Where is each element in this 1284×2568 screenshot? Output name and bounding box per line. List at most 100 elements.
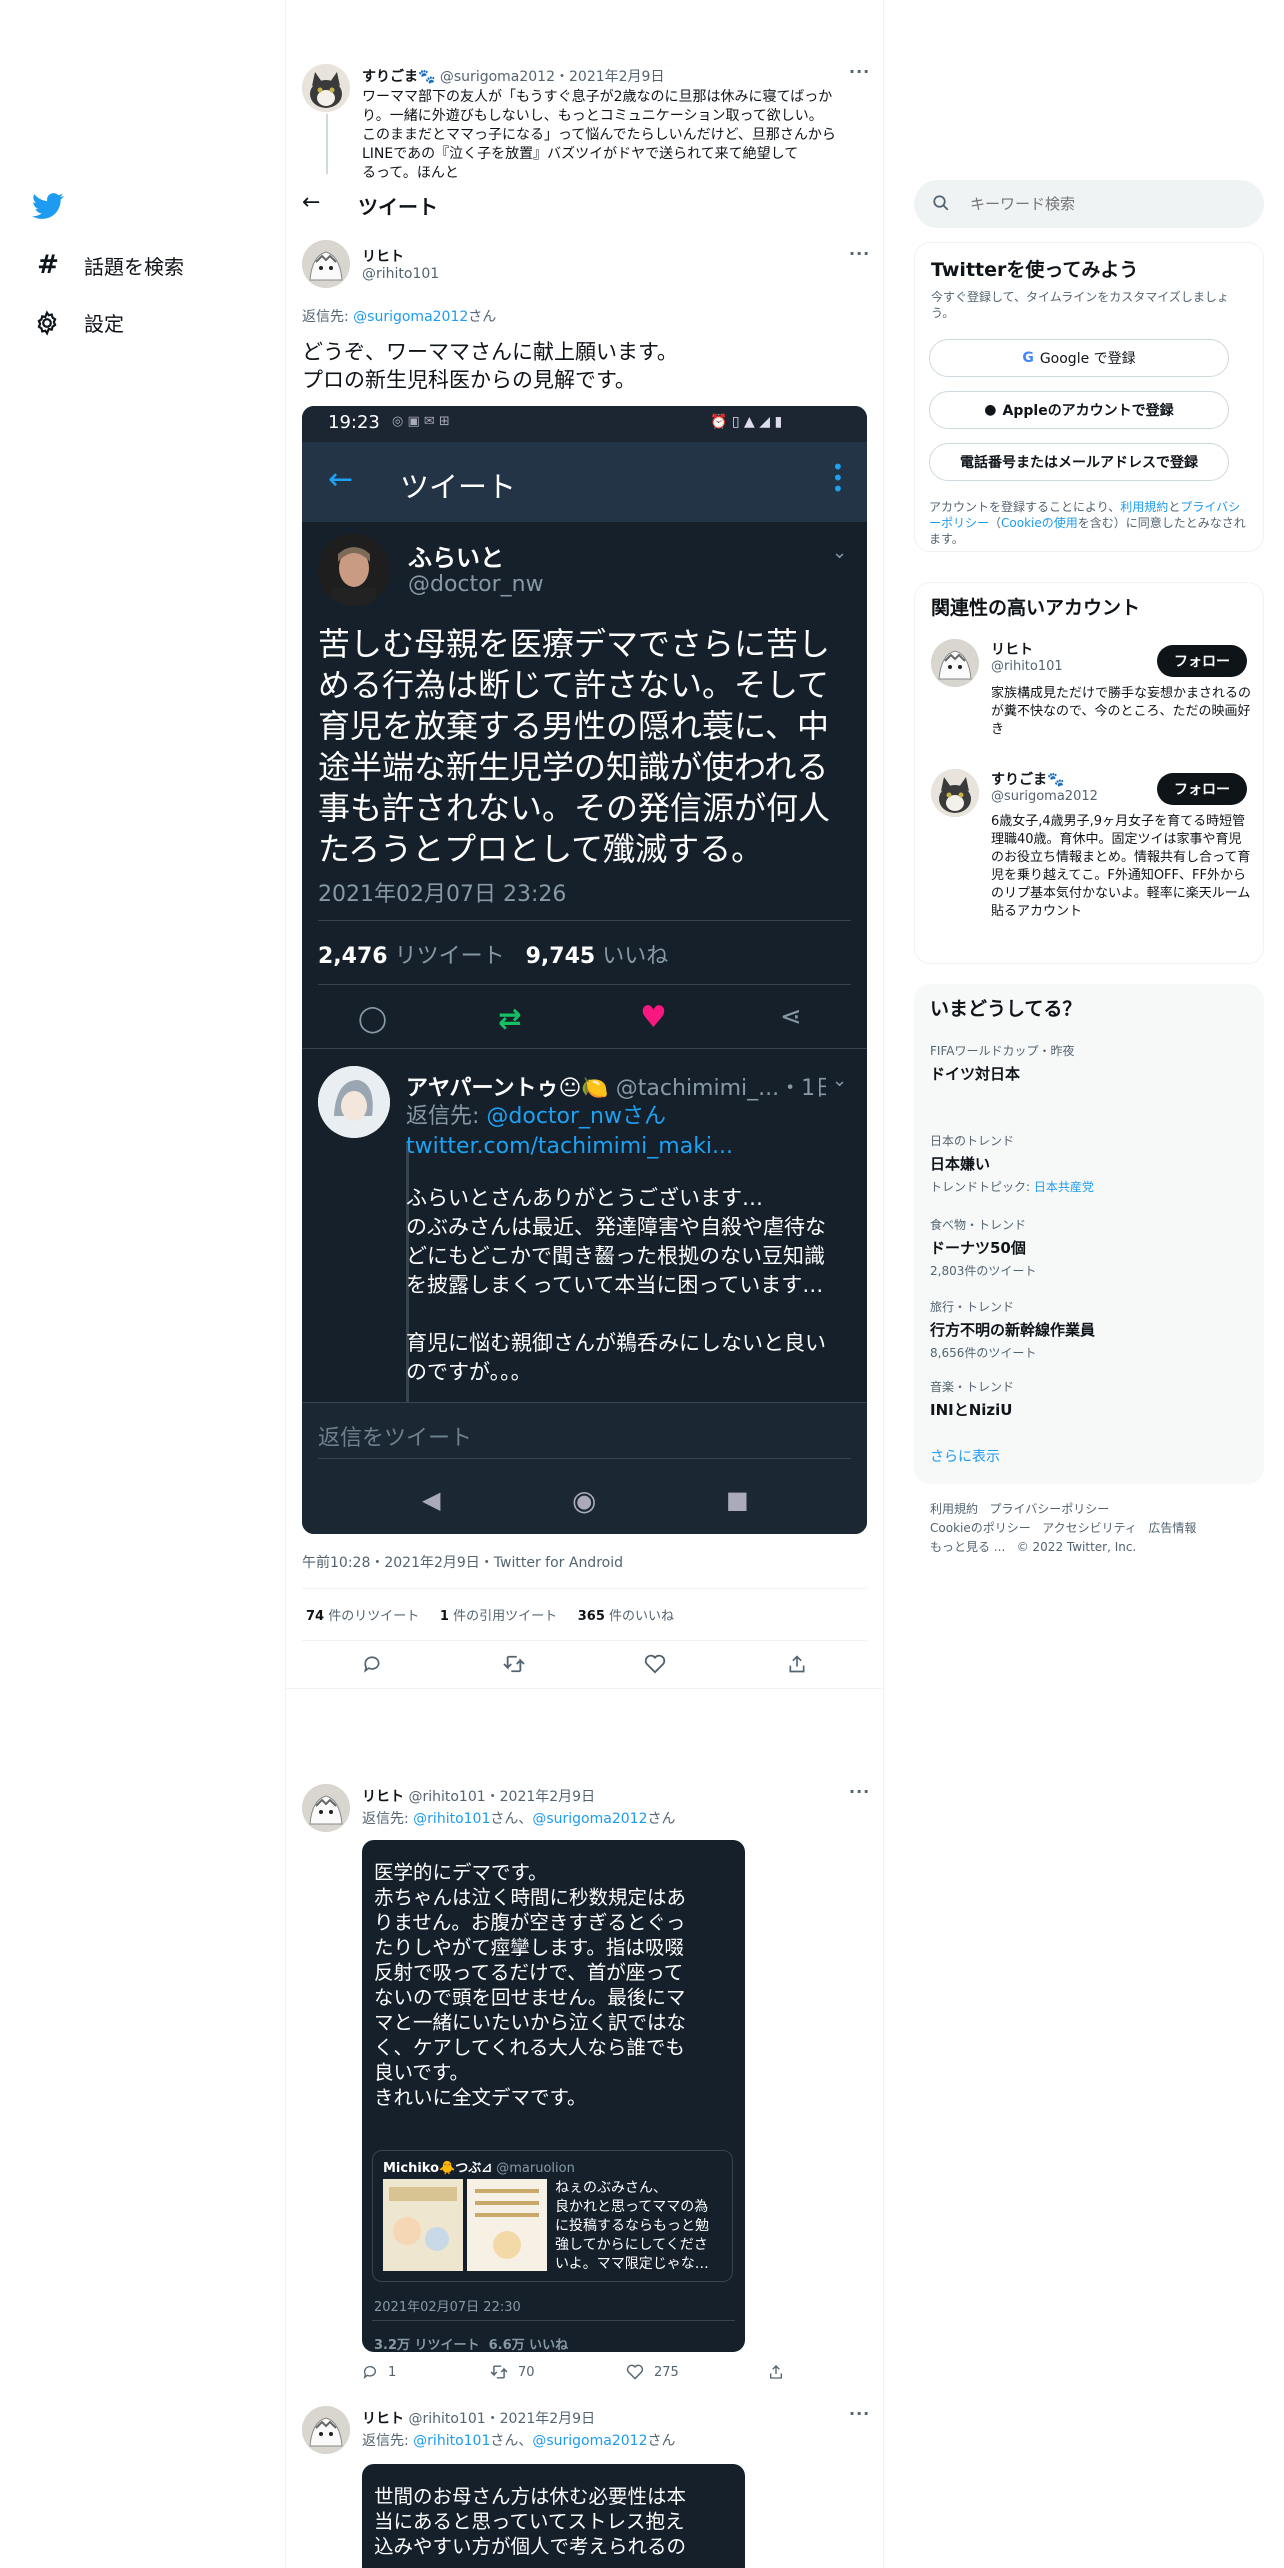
text-line: 良かれと思ってママの為 bbox=[555, 2199, 709, 2215]
trend-name: ドイツ対日本 bbox=[930, 1065, 1021, 1083]
trend-item[interactable]: 日本のトレンド 日本嫌い トレンドトピック: 日本共産党 bbox=[930, 1132, 1250, 1195]
phone-signup-button[interactable]: 電話番号またはメールアドレスで登録 bbox=[929, 443, 1229, 481]
show-more-link[interactable]: さらに表示 bbox=[930, 1446, 1000, 1466]
footer-link[interactable]: Cookieのポリシー bbox=[930, 1521, 1031, 1535]
author-handle[interactable]: @surigoma2012 bbox=[440, 69, 555, 85]
text-line: 医学的にデマです。 bbox=[374, 1861, 548, 1884]
share-button[interactable] bbox=[768, 2364, 784, 2380]
apple-icon: ● bbox=[984, 402, 997, 418]
retweets-stat[interactable]: 74 件のリツイート bbox=[306, 1609, 419, 1624]
apple-signup-button[interactable]: ● Appleのアカウントで登録 bbox=[929, 391, 1229, 429]
account-name[interactable]: リヒト bbox=[991, 639, 1033, 659]
more-icon[interactable]: ··· bbox=[849, 62, 870, 81]
menu-icon: • • • bbox=[832, 455, 844, 501]
text-line: いよ。ママ限定じゃな… bbox=[555, 2256, 709, 2272]
avatar[interactable] bbox=[302, 240, 350, 288]
reply-to-link[interactable]: @rihito101 bbox=[413, 1811, 490, 1827]
tweet-image[interactable]: 19:23 ◎ ▣ ✉ ⊞ ⏰ ▯ ▲ ◢ ▮ ← ツイート • • • ふらいと … bbox=[302, 406, 867, 1534]
reply-to-link[interactable]: @surigoma2012 bbox=[532, 1811, 647, 1827]
trend-item[interactable]: 音楽・トレンド INIとNiziU bbox=[930, 1378, 1250, 1420]
footer-link[interactable]: 利用規約 bbox=[930, 1502, 978, 1516]
likes-stat[interactable]: 365 件のいいね bbox=[578, 1609, 674, 1624]
avatar[interactable] bbox=[931, 639, 979, 687]
tweet-text-line: り。一緒に外遊びもしないし、もっとコミュニケーション取って欲しい。 bbox=[362, 108, 823, 124]
footer-link[interactable]: 広告情報 bbox=[1148, 1521, 1196, 1535]
author-handle[interactable]: @rihito101 bbox=[408, 1789, 485, 1805]
author-name[interactable]: リヒト bbox=[362, 1789, 404, 1805]
text-line: 当にあると思っていてストレス抱え bbox=[374, 2510, 685, 2533]
reply-prefix: 返信先: bbox=[302, 309, 354, 325]
tweet-timestamp[interactable]: 午前10:28・2021年2月9日・Twitter for Android bbox=[302, 1552, 623, 1572]
trend-item[interactable]: FIFAワールドカップ・昨夜 ドイツ対日本 bbox=[930, 1042, 1250, 1084]
account-handle[interactable]: @rihito101 bbox=[991, 659, 1063, 674]
quote-image bbox=[383, 2179, 463, 2271]
footer-link[interactable]: プライバシーポリシー bbox=[989, 1502, 1109, 1516]
tweet-image[interactable]: 世間のお母さん方は休む必要性は本 当にあると思っていてストレス抱え 込みやすい方… bbox=[362, 2464, 745, 2568]
reply-context: 返信先: @surigoma2012さん bbox=[302, 306, 496, 326]
heart-icon[interactable] bbox=[644, 1654, 666, 1674]
retweet-button[interactable]: 70 bbox=[490, 2364, 535, 2380]
like-count: 275 bbox=[654, 2364, 679, 2380]
reply-sep: さん、 bbox=[490, 1811, 533, 1827]
cookie-link[interactable]: Cookieの使用 bbox=[1001, 516, 1078, 530]
reply-to-link[interactable]: @rihito101 bbox=[413, 2433, 490, 2449]
google-signup-button[interactable]: G Google で登録 bbox=[929, 339, 1229, 377]
tweet-body-line: どうぞ、ワーママさんに献上願います。 bbox=[302, 340, 678, 364]
terms-link[interactable]: 利用規約 bbox=[1120, 500, 1168, 514]
avatar[interactable] bbox=[302, 1784, 350, 1832]
share-icon[interactable] bbox=[787, 1654, 807, 1674]
author-name[interactable]: リヒト bbox=[362, 2411, 404, 2427]
account-name[interactable]: すりごま🐾 bbox=[991, 769, 1064, 789]
tweet-body: どうぞ、ワーママさんに献上願います。 プロの新生児科医からの見解です。 bbox=[302, 338, 678, 394]
more-icon[interactable]: ··· bbox=[849, 244, 870, 263]
twitter-logo-icon[interactable] bbox=[32, 190, 64, 222]
tweet-body-line: プロの新生児科医からの見解です。 bbox=[302, 368, 636, 392]
footer-more-link[interactable]: もっと見る ... bbox=[930, 1540, 1005, 1554]
avatar[interactable] bbox=[931, 769, 979, 817]
avatar[interactable] bbox=[302, 2406, 350, 2454]
reply-time: ・1日 bbox=[779, 1076, 826, 1101]
quote-header: Michiko🐥つぶ⊿ @maruolion bbox=[383, 2157, 575, 2176]
quotes-label: 件の引用ツイート bbox=[448, 1609, 558, 1624]
text-line: 育児を放棄する男性の隠れ蓑に、中 bbox=[318, 707, 830, 745]
follow-button[interactable]: フォロー bbox=[1157, 645, 1247, 677]
avatar[interactable] bbox=[302, 64, 350, 112]
more-icon[interactable]: ··· bbox=[849, 2404, 870, 2423]
trend-topic-link[interactable]: 日本共産党 bbox=[1034, 1180, 1094, 1194]
reply-icon[interactable] bbox=[362, 1654, 382, 1674]
tweet-date[interactable]: ・2021年2月9日 bbox=[486, 2411, 595, 2427]
account-handle[interactable]: @surigoma2012 bbox=[991, 789, 1098, 804]
text-line: 世間のお母さん方は休む必要性は本 bbox=[374, 2485, 687, 2508]
follow-button[interactable]: フォロー bbox=[1157, 773, 1247, 805]
screenshot-title: ツイート bbox=[400, 470, 517, 504]
author-name[interactable]: リヒト bbox=[362, 246, 404, 266]
author-name[interactable]: すりごま🐾 bbox=[362, 69, 435, 85]
text-line: 強してからにしてくださ bbox=[555, 2237, 708, 2253]
author-handle[interactable]: @rihito101 bbox=[408, 2411, 485, 2427]
nav-explore[interactable]: # 話題を検索 bbox=[34, 250, 184, 280]
back-arrow-icon[interactable]: ← bbox=[302, 190, 320, 215]
reply-to-link[interactable]: @surigoma2012 bbox=[532, 2433, 647, 2449]
nav-settings[interactable]: 設定 bbox=[34, 308, 124, 337]
quotes-stat[interactable]: 1 件の引用ツイート bbox=[440, 1609, 557, 1624]
footer-link[interactable]: アクセシビリティ bbox=[1042, 1521, 1137, 1535]
search-box[interactable] bbox=[914, 180, 1264, 228]
tweet-date[interactable]: ・2021年2月9日 bbox=[555, 69, 664, 85]
like-button[interactable]: 275 bbox=[626, 2364, 679, 2380]
trend-meta: 音楽・トレンド bbox=[930, 1380, 1015, 1394]
more-icon[interactable]: ··· bbox=[849, 1782, 870, 1801]
text-line: のですが。。。 bbox=[406, 1360, 532, 1384]
retweet-icon[interactable] bbox=[503, 1654, 525, 1674]
reply-to-link[interactable]: @surigoma2012 bbox=[353, 309, 468, 325]
trend-item[interactable]: 旅行・トレンド 行方不明の新幹線作業員 8,656件のツイート bbox=[930, 1298, 1250, 1361]
tweet-date[interactable]: ・2021年2月9日 bbox=[486, 1789, 595, 1805]
author-handle[interactable]: @rihito101 bbox=[362, 266, 439, 282]
text-line: ねぇのぶみさん、 bbox=[555, 2180, 667, 2196]
rt-count: 2,476 bbox=[318, 944, 388, 969]
search-input[interactable] bbox=[970, 192, 1240, 216]
phone-signup-label: 電話番号またはメールアドレスで登録 bbox=[960, 455, 1198, 471]
trend-item[interactable]: 食べ物・トレンド ドーナツ50個 2,803件のツイート bbox=[930, 1216, 1250, 1279]
tweet-image[interactable]: 医学的にデマです。 赤ちゃんは泣く時間に秒数規定はあ りません。お腹が空きすぎる… bbox=[362, 1840, 745, 2352]
share-icon: ⋖ bbox=[780, 1002, 802, 1032]
reply-button[interactable]: 1 bbox=[362, 2364, 396, 2380]
